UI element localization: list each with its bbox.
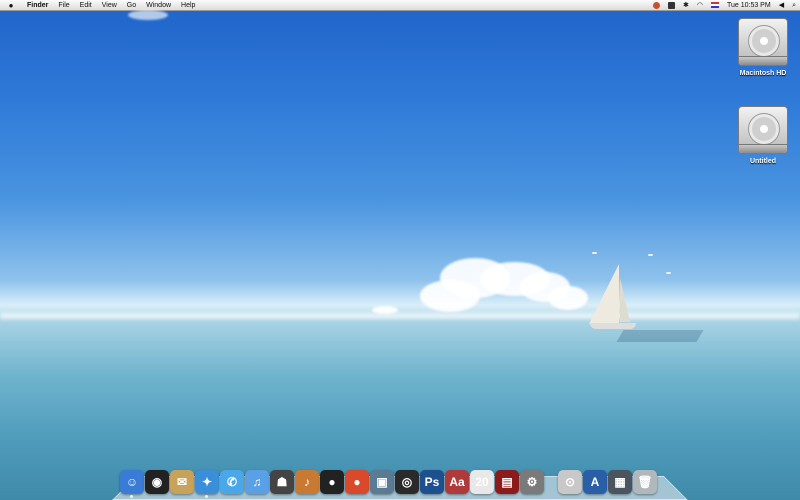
us-flag-icon[interactable] — [707, 0, 723, 11]
menubar-clock[interactable]: Tue 10:53 PM — [723, 0, 775, 11]
menu-window[interactable]: Window — [141, 0, 176, 11]
dock-separator — [545, 470, 557, 494]
dock-applications-icon[interactable]: A — [583, 470, 607, 494]
menu-finder[interactable]: Finder — [22, 0, 53, 11]
desktop-icon-label: Macintosh HD — [739, 70, 787, 77]
spotlight-icon[interactable]: ⌕ — [788, 0, 800, 11]
dock-dictionary-icon[interactable]: Aa — [445, 470, 469, 494]
desktop-icon-label: Untitled — [749, 158, 777, 165]
menu-file[interactable]: File — [53, 0, 74, 11]
dock-downloads-icon[interactable]: ⊙ — [558, 470, 582, 494]
apple-icon[interactable]: ● — [0, 1, 22, 10]
dock-photoshop-icon[interactable]: Ps — [420, 470, 444, 494]
dock-photo-booth-icon[interactable]: ▤ — [495, 470, 519, 494]
menu-edit[interactable]: Edit — [75, 0, 97, 11]
dock-qq-alt-icon[interactable]: ● — [345, 470, 369, 494]
sailboat-jib — [620, 278, 630, 322]
dock-finder-icon[interactable]: ☺ — [120, 470, 144, 498]
volume-icon[interactable]: ◀ — [775, 0, 788, 11]
dock-system-preferences-icon[interactable]: ⚙ — [520, 470, 544, 494]
running-indicator — [205, 495, 208, 498]
dock-qq-icon[interactable]: ● — [320, 470, 344, 494]
dock-mail-icon[interactable]: ✉ — [170, 470, 194, 494]
dock-iphoto-icon[interactable]: ▣ — [370, 470, 394, 494]
running-indicator — [130, 495, 133, 498]
bluetooth-icon[interactable]: ✱ — [679, 0, 693, 11]
dock-safari-icon[interactable]: ✦ — [195, 470, 219, 498]
dock-documents-icon[interactable]: ▦ — [608, 470, 632, 494]
dock: ☺ ◉ ✉ ✦ ✆ ♫ ☗ ♪ ● ● ▣ ◎ Ps Aa 20 ▤ ⚙ ⊙ A ▦ 🗑 — [120, 464, 680, 498]
dock-camera-icon[interactable]: ◎ — [395, 470, 419, 494]
menu-bar: ● Finder File Edit View Go Window Help ✱… — [0, 0, 800, 11]
dock-ical-icon[interactable]: 20 — [470, 470, 494, 494]
dock-garageband-icon[interactable]: ♪ — [295, 470, 319, 494]
wifi-icon[interactable]: ◠ — [693, 0, 707, 11]
dock-front-row-icon[interactable]: ☗ — [270, 470, 294, 494]
menu-view[interactable]: View — [97, 0, 122, 11]
app-status-icon[interactable] — [649, 0, 664, 11]
dock-ichat-icon[interactable]: ✆ — [220, 470, 244, 494]
hard-disk-icon — [738, 106, 788, 154]
menu-go[interactable]: Go — [122, 0, 141, 11]
sailboat-sail — [589, 264, 619, 324]
dock-itunes-icon[interactable]: ♫ — [245, 470, 269, 494]
desktop-icon-macintosh-hd[interactable]: Macintosh HD — [728, 18, 798, 77]
desktop-icon-untitled[interactable]: Untitled — [728, 106, 798, 165]
menu-help[interactable]: Help — [176, 0, 200, 11]
number-one-icon[interactable] — [664, 0, 679, 11]
hard-disk-icon — [738, 18, 788, 66]
sailboat-hull — [590, 323, 636, 329]
dock-trash-icon[interactable]: 🗑 — [633, 470, 657, 494]
dock-dashboard-icon[interactable]: ◉ — [145, 470, 169, 494]
